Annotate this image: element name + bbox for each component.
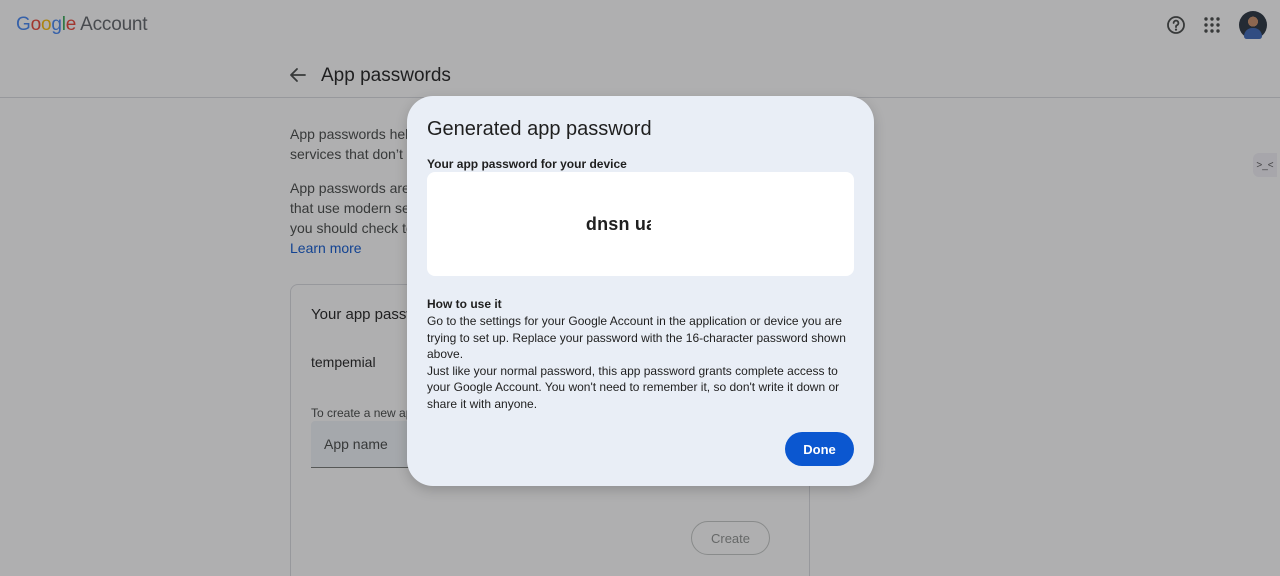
- done-button[interactable]: Done: [785, 432, 854, 466]
- generated-password[interactable]: dnsn uapd d: [586, 211, 740, 236]
- how-to-step-2: Just like your normal password, this app…: [427, 363, 840, 411]
- password-box: dnsn uapd d: [427, 172, 854, 276]
- dialog-title: Generated app password: [427, 118, 652, 140]
- password-redaction: [651, 211, 740, 236]
- generated-password-dialog: Generated app password Your app password…: [407, 96, 874, 486]
- dialog-subtitle: Your app password for your device: [427, 157, 627, 171]
- how-to-title: How to use it: [427, 297, 502, 311]
- how-to-step-1: Go to the settings for your Google Accou…: [427, 314, 846, 362]
- how-to-body: Go to the settings for your Google Accou…: [427, 313, 855, 413]
